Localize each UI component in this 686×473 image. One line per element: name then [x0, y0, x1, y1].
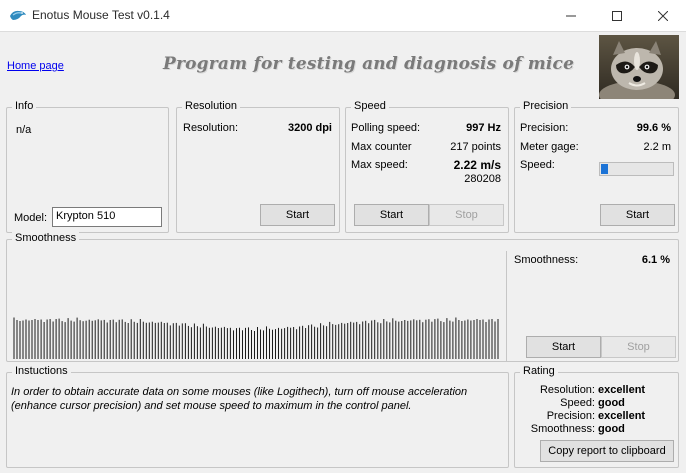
maximize-button[interactable] — [594, 0, 640, 31]
precision-value: 99.6 % — [636, 122, 671, 134]
smoothness-stop-button[interactable]: Stop — [601, 336, 676, 358]
client-area: Home page Program for testing and diagno… — [0, 31, 686, 473]
rating-group: Rating Resolution: excellent Speed: good… — [514, 365, 679, 468]
speed-stop-button[interactable]: Stop — [429, 204, 504, 226]
speed-start-button[interactable]: Start — [354, 204, 429, 226]
meter-gage-label: Meter gage: — [520, 141, 579, 153]
info-status: n/a — [16, 124, 32, 136]
model-label: Model: — [14, 212, 48, 224]
resolution-label: Resolution: — [183, 122, 239, 134]
instructions-group: Instuctions In order to obtain accurate … — [6, 365, 509, 468]
minimize-icon — [566, 15, 576, 16]
precision-label: Precision: — [520, 122, 569, 134]
resolution-value: 3200 dpi — [287, 122, 332, 134]
precision-group: Precision Precision: 99.6 % Meter gage: … — [514, 100, 679, 233]
rating-resolution-label: Resolution: — [539, 384, 595, 396]
precision-speed-label: Speed: — [520, 159, 555, 171]
rating-speed-label: Speed: — [560, 397, 595, 409]
smoothness-start-button[interactable]: Start — [526, 336, 601, 358]
max-counter-value: 217 points — [450, 141, 501, 153]
polling-speed-value: 997 Hz — [466, 122, 501, 134]
info-group: Info n/a Model: Krypton 510 — [6, 100, 169, 233]
rating-legend: Rating — [520, 365, 558, 377]
info-legend: Info — [12, 100, 37, 112]
rating-precision-label: Precision: — [546, 410, 595, 422]
window-title: Enotus Mouse Test v0.1.4 — [32, 8, 170, 22]
smoothness-legend: Smoothness — [12, 232, 80, 244]
rating-precision-value: excellent — [598, 410, 646, 422]
precision-speed-bar — [599, 162, 674, 176]
max-speed-raw: 280208 — [464, 173, 501, 185]
model-field[interactable]: Krypton 510 — [52, 207, 162, 227]
resolution-legend: Resolution — [182, 100, 240, 112]
precision-start-button[interactable]: Start — [600, 204, 675, 226]
rating-smoothness-label: Smoothness: — [530, 423, 595, 435]
maximize-icon — [612, 10, 622, 21]
precision-speed-fill — [601, 164, 608, 174]
instructions-legend: Instuctions — [12, 365, 71, 377]
rating-speed-value: good — [598, 397, 625, 409]
close-button[interactable] — [640, 0, 686, 31]
max-counter-label: Max counter — [351, 141, 412, 153]
smoothness-group: Smoothness Smoothness: 6.1 % Start Stop — [6, 232, 679, 362]
minimize-button[interactable] — [548, 0, 594, 31]
title-bar: Enotus Mouse Test v0.1.4 — [0, 0, 686, 31]
speed-group: Speed Polling speed: 997 Hz Max counter … — [345, 100, 509, 233]
resolution-start-button[interactable]: Start — [260, 204, 335, 226]
smoothness-label: Smoothness: — [514, 254, 579, 266]
instructions-text: In order to obtain accurate data on some… — [11, 386, 468, 412]
copy-report-button[interactable]: Copy report to clipboard — [540, 440, 674, 462]
meter-gage-value: 2.2 m — [643, 141, 671, 153]
home-page-link[interactable]: Home page — [7, 60, 64, 72]
smoothness-value: 6.1 % — [641, 254, 670, 266]
smoothness-divider — [506, 251, 507, 361]
rating-smoothness-value: good — [598, 423, 625, 435]
headline: Program for testing and diagnosis of mic… — [163, 54, 575, 74]
smoothness-plot — [13, 317, 499, 359]
raccoon-photo — [599, 35, 679, 99]
precision-legend: Precision — [520, 100, 572, 112]
app-bird-icon — [10, 10, 26, 20]
close-icon — [658, 10, 668, 21]
rating-resolution-value: excellent — [598, 384, 646, 396]
resolution-group: Resolution Resolution: 3200 dpi Start — [176, 100, 340, 233]
polling-speed-label: Polling speed: — [351, 122, 421, 134]
max-speed-value: 2.22 m/s — [453, 158, 501, 172]
max-speed-label: Max speed: — [351, 159, 408, 171]
speed-legend: Speed — [351, 100, 389, 112]
